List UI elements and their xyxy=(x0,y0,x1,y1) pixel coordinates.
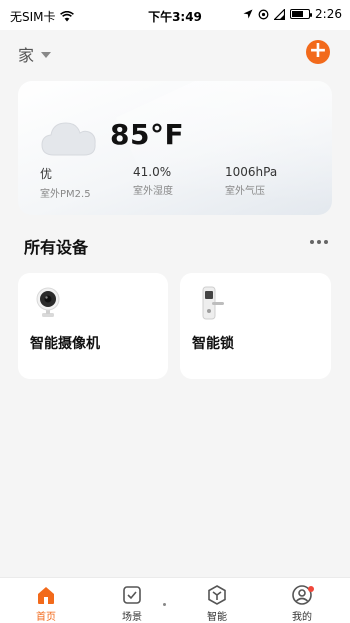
nav-label: 首页 xyxy=(36,612,56,623)
home-name: 家 xyxy=(18,46,35,65)
nav-label: 场景 xyxy=(122,612,142,623)
metric-humidity: 41.0% 室外湿度 xyxy=(133,165,173,197)
location-arrow-icon xyxy=(243,9,253,19)
weather-card[interactable]: 85°F 优 室外PM2.5 41.0% 室外湿度 1006hPa 室外气压 xyxy=(18,81,332,215)
nav-mine[interactable]: 我的 xyxy=(272,584,332,623)
camera-icon xyxy=(36,287,60,317)
more-dot-icon xyxy=(317,240,321,244)
battery-icon xyxy=(290,9,313,19)
more-dot-icon xyxy=(324,240,328,244)
nav-scene[interactable]: 场景 xyxy=(102,584,162,623)
device-card-lock[interactable]: 智能锁 xyxy=(180,273,331,379)
nav-home[interactable]: 首页 xyxy=(16,584,76,623)
home-icon xyxy=(38,587,54,604)
pressure-label: 室外气压 xyxy=(225,186,265,197)
metric-pm25: 优 室外PM2.5 xyxy=(40,165,91,200)
bottom-nav: 首页 场景 智能 我的 xyxy=(0,577,350,623)
device-name: 智能锁 xyxy=(192,336,234,352)
divider-dot xyxy=(163,603,166,606)
status-right: 2:26 xyxy=(243,7,342,21)
smart-icon xyxy=(208,585,226,605)
nav-label: 智能 xyxy=(207,612,227,623)
pressure-value: 1006hPa xyxy=(225,165,278,179)
device-name: 智能摄像机 xyxy=(30,336,100,352)
status-bar: 无SIM卡 下午3:49 2:26 xyxy=(0,0,350,30)
pm25-value: 优 xyxy=(40,167,53,181)
smart-lock-icon xyxy=(202,286,224,320)
more-options-button[interactable] xyxy=(310,240,328,244)
pm25-label: 室外PM2.5 xyxy=(40,189,91,200)
temperature-value: 85°F xyxy=(110,118,185,151)
notification-badge xyxy=(308,586,314,592)
header: 家 + xyxy=(0,30,350,76)
nav-smart[interactable]: 智能 xyxy=(187,584,247,623)
more-dot-icon xyxy=(310,240,314,244)
device-card-camera[interactable]: 智能摄像机 xyxy=(18,273,168,379)
humidity-label: 室外湿度 xyxy=(133,186,173,197)
section-title: 所有设备 xyxy=(24,238,89,257)
scene-icon xyxy=(123,586,141,604)
add-device-button[interactable]: + xyxy=(306,40,330,64)
alarm-icon xyxy=(258,9,269,19)
home-selector[interactable]: 家 xyxy=(18,42,52,66)
cloud-icon xyxy=(41,122,96,156)
battery-level xyxy=(292,11,304,17)
metric-pressure: 1006hPa 室外气压 xyxy=(225,165,277,197)
status-clock: 2:26 xyxy=(315,7,342,21)
nav-label: 我的 xyxy=(292,612,312,623)
caret-down-icon xyxy=(41,52,52,58)
humidity-value: 41.0% xyxy=(133,165,172,179)
signal-icon xyxy=(274,8,286,20)
